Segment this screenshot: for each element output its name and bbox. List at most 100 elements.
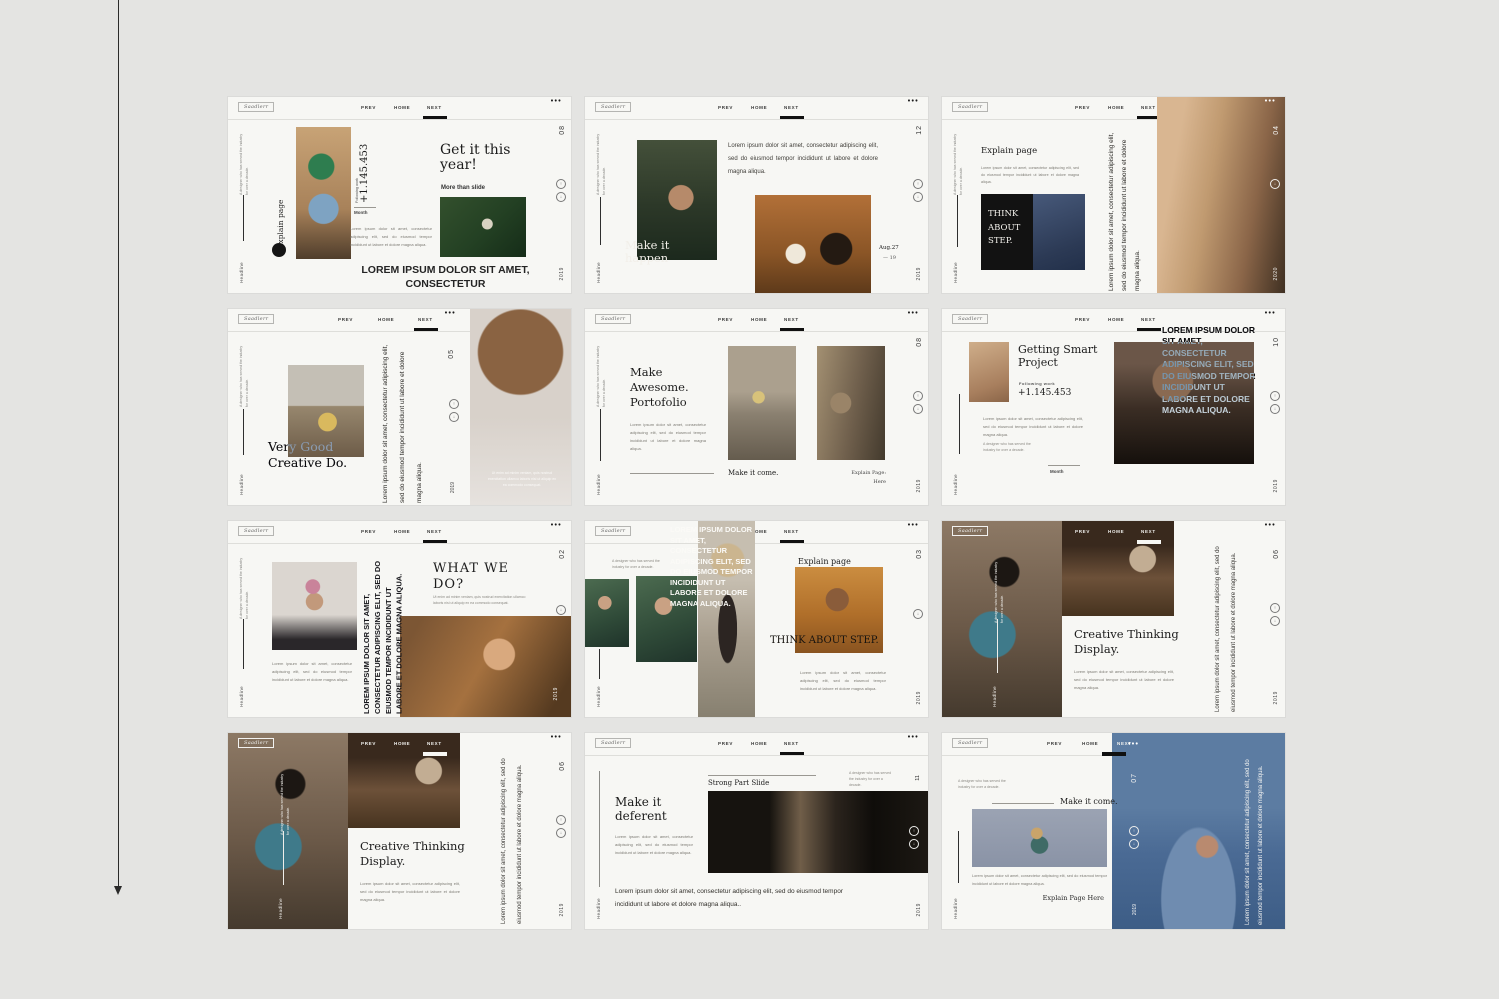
slide-04[interactable]: Saadlerr PREV HOME NEXT ••• A designer w… (228, 309, 571, 505)
slide-05[interactable]: Saadlerr PREV HOME NEXT ••• A designer w… (585, 309, 928, 505)
slide-02[interactable]: Saadlerr PREV HOME NEXT ••• A designer w… (585, 97, 928, 293)
nav-next[interactable]: NEXT (427, 105, 442, 110)
slide-06[interactable]: Saadlerr PREV HOME NEXT ••• Headline Get… (942, 309, 1285, 505)
rail-icons[interactable]: ↑↓ (913, 179, 923, 202)
slide-11[interactable]: Saadlerr PREV HOME NEXT ••• Headline Mak… (585, 733, 928, 929)
menu-dots-icon[interactable]: ••• (1265, 98, 1276, 105)
nav-home[interactable]: HOME (394, 529, 410, 534)
nav-next[interactable]: NEXT (784, 741, 799, 746)
headline-side-label: Headline (953, 262, 958, 283)
rail-icons[interactable]: ↓ (1270, 179, 1280, 189)
rail-icons[interactable]: ↑↓ (1129, 826, 1139, 849)
menu-dots-icon[interactable]: ••• (908, 522, 919, 529)
nav-prev[interactable]: PREV (338, 317, 353, 322)
nav-next[interactable]: NEXT (418, 317, 433, 322)
divider (585, 119, 928, 120)
designer-note: A designer who has served the industry f… (612, 559, 670, 571)
menu-dots-icon[interactable]: ••• (908, 98, 919, 105)
nav-prev[interactable]: PREV (361, 529, 376, 534)
nav-home[interactable]: HOME (1108, 105, 1124, 110)
nav-home[interactable]: HOME (1082, 741, 1098, 746)
nav-home[interactable]: HOME (394, 105, 410, 110)
menu-dots-icon[interactable]: ••• (1265, 522, 1276, 529)
nav-next[interactable]: NEXT (1141, 317, 1156, 322)
slide-12[interactable]: Saadlerr PREV HOME NEXT ••• 07 ↑↓ 2019 L… (942, 733, 1285, 929)
photo-blonde-woman-amber (400, 616, 571, 717)
arrow-down-icon[interactable]: ↓ (556, 605, 566, 615)
arrow-up-icon[interactable]: ↑ (913, 179, 923, 189)
nav-prev[interactable]: PREV (1075, 317, 1090, 322)
nav-home[interactable]: HOME (751, 105, 767, 110)
rail-icons[interactable]: ↑↓ (556, 815, 566, 838)
arrow-down-icon[interactable]: ↓ (913, 609, 923, 619)
nav-next[interactable]: NEXT (1141, 105, 1156, 110)
slide-03[interactable]: Saadlerr PREV HOME NEXT A designer who h… (942, 97, 1285, 293)
rail-icons[interactable]: ↑↓ (449, 399, 459, 422)
slide-07[interactable]: Saadlerr PREV HOME NEXT ••• A designer w… (228, 521, 571, 717)
rail-icons[interactable]: ↓ (556, 605, 566, 615)
arrow-down-icon[interactable]: ↓ (1129, 839, 1139, 849)
nav-next[interactable]: NEXT (784, 105, 799, 110)
arrow-down-icon[interactable]: ↓ (556, 828, 566, 838)
menu-dots-icon[interactable]: ••• (551, 522, 562, 529)
nav-home[interactable]: HOME (378, 317, 394, 322)
arrow-up-icon[interactable]: ↑ (909, 826, 919, 836)
photo-caption: Ut enim ad minim veniam, quis nostrud ex… (486, 471, 558, 489)
nav-prev[interactable]: PREV (718, 741, 733, 746)
nav-home[interactable]: HOME (394, 741, 410, 746)
nav-next[interactable]: NEXT (784, 529, 799, 534)
arrow-down-icon[interactable]: ↓ (556, 192, 566, 202)
rail-icons[interactable]: ↑↓ (909, 826, 919, 849)
arrow-down-icon[interactable]: ↓ (1270, 179, 1280, 189)
menu-dots-icon[interactable]: ••• (908, 734, 919, 741)
arrow-down-icon[interactable]: ↓ (1270, 404, 1280, 414)
slide-01[interactable]: Saadlerr PREV HOME NEXT ••• A designer w… (228, 97, 571, 293)
menu-dots-icon[interactable]: ••• (1265, 310, 1276, 317)
menu-dots-icon[interactable]: ••• (1128, 741, 1139, 748)
nav-next[interactable]: NEXT (427, 529, 442, 534)
menu-dots-icon[interactable]: ••• (445, 310, 456, 317)
rule (243, 619, 244, 669)
slide-logo: Saadlerr (595, 738, 631, 748)
arrow-up-icon[interactable]: ↑ (1270, 603, 1280, 613)
nav-home[interactable]: HOME (1108, 529, 1124, 534)
nav-prev[interactable]: PREV (1075, 105, 1090, 110)
menu-dots-icon[interactable]: ••• (551, 734, 562, 741)
nav-prev[interactable]: PREV (1075, 529, 1090, 534)
nav-home[interactable]: HOME (1108, 317, 1124, 322)
arrow-up-icon[interactable]: ↑ (556, 815, 566, 825)
arrow-up-icon[interactable]: ↑ (1129, 826, 1139, 836)
arrow-down-icon[interactable]: ↓ (1270, 616, 1280, 626)
nav-home[interactable]: HOME (751, 741, 767, 746)
slide-logo: Saadlerr (952, 526, 988, 536)
menu-dots-icon[interactable]: ••• (908, 310, 919, 317)
nav-prev[interactable]: PREV (718, 105, 733, 110)
arrow-up-icon[interactable]: ↑ (1270, 391, 1280, 401)
rail-icons[interactable]: ↑↓ (556, 179, 566, 202)
arrow-down-icon[interactable]: ↓ (913, 404, 923, 414)
nav-next[interactable]: NEXT (784, 317, 799, 322)
bottom-text: Lorem ipsum dolor sit amet, consectetur … (615, 885, 850, 911)
rail-icons[interactable]: ↑↓ (1270, 391, 1280, 414)
nav-next[interactable]: NEXT (427, 741, 442, 746)
overlay-title: LOREM IPSUM DOLOR SIT AMET, CONSECTETUR … (1162, 325, 1258, 417)
nav-home[interactable]: HOME (751, 317, 767, 322)
arrow-down-icon[interactable]: ↓ (913, 192, 923, 202)
nav-prev[interactable]: PREV (361, 105, 376, 110)
rail-icons[interactable]: ↑↓ (1270, 603, 1280, 626)
nav-prev[interactable]: PREV (1047, 741, 1062, 746)
rail-icons[interactable]: ↑↓ (913, 391, 923, 414)
arrow-up-icon[interactable]: ↑ (913, 391, 923, 401)
slide-08[interactable]: Saadlerr HOME NEXT ••• A designer who ha… (585, 521, 928, 717)
nav-prev[interactable]: PREV (718, 317, 733, 322)
arrow-down-icon[interactable]: ↓ (449, 412, 459, 422)
nav-prev[interactable]: PREV (361, 741, 376, 746)
arrow-up-icon[interactable]: ↑ (556, 179, 566, 189)
slide-10[interactable]: Saadlerr PREV HOME NEXT ••• A designer w… (228, 733, 571, 929)
rail-icons[interactable]: ↓ (913, 609, 923, 619)
menu-dots-icon[interactable]: ••• (551, 98, 562, 105)
slide-09[interactable]: Saadlerr PREV HOME NEXT ••• A designer w… (942, 521, 1285, 717)
arrow-up-icon[interactable]: ↑ (449, 399, 459, 409)
arrow-down-icon[interactable]: ↓ (909, 839, 919, 849)
nav-next[interactable]: NEXT (1141, 529, 1156, 534)
